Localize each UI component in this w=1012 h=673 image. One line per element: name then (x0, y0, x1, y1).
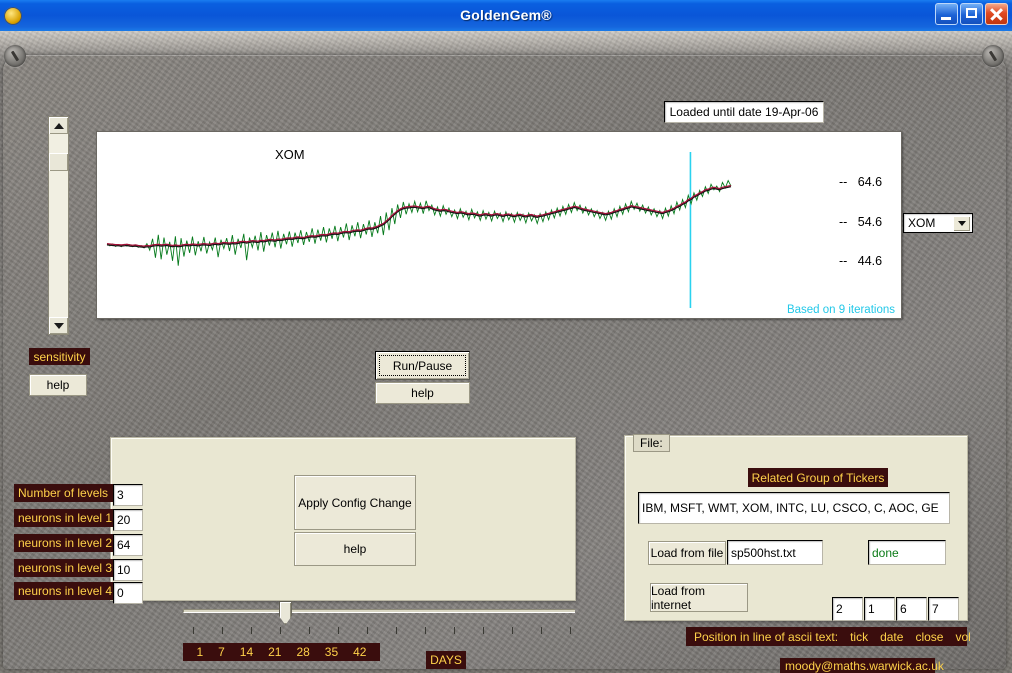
position-field-2[interactable]: 6 (896, 597, 927, 621)
y-axis-label-0: -- 64.6 (839, 175, 882, 189)
days-scale-value-1: 7 (218, 645, 225, 659)
days-unit-label: DAYS (426, 651, 466, 669)
load-from-file-button[interactable]: Load from file (648, 541, 726, 565)
days-scale-value-4: 28 (296, 645, 309, 659)
config-label-3: neurons in level 3 (14, 559, 118, 577)
screw-icon-top-right (982, 45, 1004, 67)
config-label-2: neurons in level 2 (14, 534, 118, 552)
days-scale-value-0: 1 (196, 645, 203, 659)
related-tickers-header: Related Group of Tickers (748, 468, 888, 487)
days-scale-value-6: 42 (353, 645, 366, 659)
close-button[interactable] (985, 3, 1008, 25)
chevron-down-icon[interactable] (953, 216, 970, 231)
position-col-vol: vol (955, 630, 970, 644)
scroll-down-arrow-icon[interactable] (49, 317, 68, 334)
run-pause-label: Run/Pause (393, 359, 452, 373)
config-label-4: neurons in level 4 (14, 582, 118, 600)
filename-input[interactable]: sp500hst.txt (727, 540, 823, 565)
position-field-0[interactable]: 2 (832, 597, 863, 621)
position-field-1[interactable]: 1 (864, 597, 895, 621)
window-titlebar: GoldenGem® (0, 0, 1012, 32)
file-groupbox-legend: File: (633, 434, 670, 452)
maximize-button[interactable] (960, 3, 983, 25)
days-scale-value-5: 35 (325, 645, 338, 659)
y-tick-dash-1: -- (839, 215, 847, 229)
config-value-4[interactable]: 0 (113, 582, 143, 604)
config-value-1[interactable]: 20 (113, 509, 143, 531)
position-col-date: date (880, 630, 903, 644)
position-col-tick: tick (850, 630, 868, 644)
load-from-internet-button[interactable]: Load from internet (650, 583, 748, 612)
ticker-select[interactable]: XOM (903, 213, 973, 233)
y-axis-label-2: -- 44.6 (839, 254, 882, 268)
footer-email: moody@maths.warwick.ac.uk (785, 659, 944, 673)
y-tick-dash-2: -- (839, 254, 847, 268)
y-tick-value-2: 44.6 (858, 254, 882, 268)
ticker-select-value: XOM (908, 216, 935, 230)
config-label-1: neurons in level 1 (14, 509, 118, 527)
application-window: GoldenGem® Loaded until date 19-Apr-06 X… (0, 0, 1012, 673)
chart-plot-area (97, 132, 901, 318)
config-value-0[interactable]: 3 (113, 484, 143, 506)
window-title: GoldenGem® (0, 0, 1012, 31)
sensitivity-label: sensitivity (29, 348, 90, 365)
y-tick-dash-0: -- (839, 175, 847, 189)
position-field-3[interactable]: 7 (928, 597, 959, 621)
iterations-note: Based on 9 iterations (787, 304, 895, 316)
window-body: Loaded until date 19-Apr-06 XOM Based on… (0, 31, 1012, 673)
position-bar-label: Position in line of ascii text: (694, 630, 838, 644)
slider-tick-marks (183, 627, 575, 635)
days-scale-value-3: 21 (268, 645, 281, 659)
related-tickers-input[interactable]: IBM, MSFT, WMT, XOM, INTC, LU, CSCO, C, … (638, 492, 950, 524)
price-chart-panel[interactable]: XOM Based on 9 iterations (96, 131, 902, 319)
loaded-until-date-field: Loaded until date 19-Apr-06 (664, 101, 824, 123)
footer-contact-box: moody@maths.warwick.ac.uk Full version b… (780, 658, 935, 673)
y-axis-label-1: -- 54.6 (839, 215, 882, 229)
slider-thumb[interactable] (279, 601, 292, 625)
run-pause-button[interactable]: Run/Pause (375, 351, 470, 380)
chart-series-raw-signal (107, 181, 731, 266)
window-buttons (935, 3, 1008, 25)
minimize-button[interactable] (935, 3, 958, 25)
config-label-0: Number of levels (14, 484, 118, 502)
chart-series-price-line (107, 187, 731, 248)
sensitivity-scrollbar[interactable] (48, 116, 69, 335)
run-help-button[interactable]: help (375, 382, 470, 404)
apply-config-change-button[interactable]: Apply Config Change (294, 475, 416, 530)
config-value-2[interactable]: 64 (113, 534, 143, 556)
scroll-up-arrow-icon[interactable] (49, 117, 68, 134)
chart-series-prediction-line (107, 185, 731, 246)
position-in-line-bar: Position in line of ascii text: tick dat… (686, 627, 967, 646)
y-tick-value-0: 64.6 (858, 175, 882, 189)
position-col-close: close (915, 630, 943, 644)
sensitivity-help-button[interactable]: help (29, 374, 87, 396)
config-help-button[interactable]: help (294, 532, 416, 566)
days-slider[interactable] (183, 601, 575, 637)
days-scale-bar: 1 7 14 21 28 35 42 (183, 643, 380, 661)
config-value-3[interactable]: 10 (113, 559, 143, 581)
scrollbar-thumb[interactable] (49, 153, 68, 171)
days-scale-value-2: 14 (240, 645, 253, 659)
y-tick-value-1: 54.6 (858, 215, 882, 229)
screw-icon-top-left (4, 45, 26, 67)
load-status-field: done (868, 540, 946, 565)
slider-track[interactable] (183, 609, 575, 613)
